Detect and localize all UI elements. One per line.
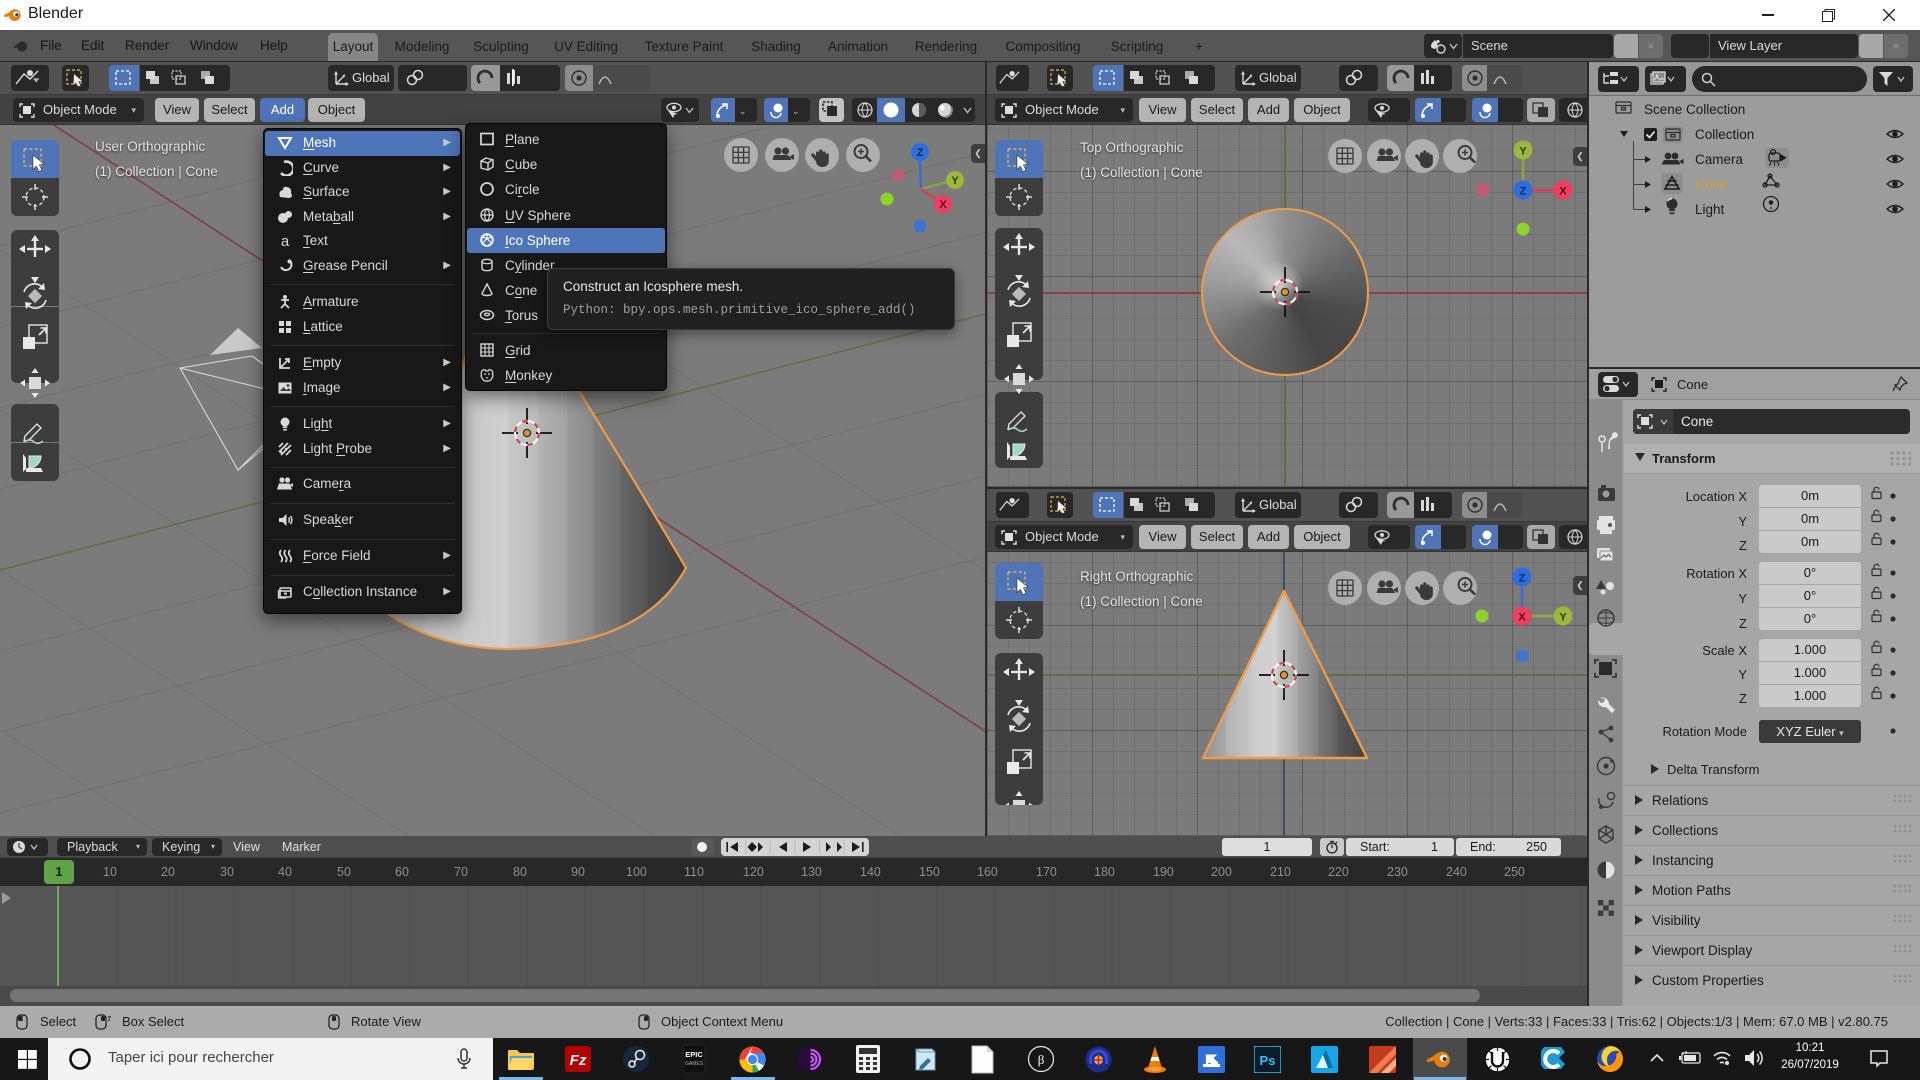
svg-text:β: β [1038, 1052, 1045, 1067]
svg-text:Y: Y [1519, 146, 1527, 158]
svg-text:Ps: Ps [1260, 1053, 1276, 1068]
svg-text:Y: Y [1559, 612, 1567, 624]
svg-text:Z: Z [1520, 186, 1527, 198]
svg-text:X: X [939, 199, 947, 211]
svg-text:X: X [1518, 612, 1526, 624]
svg-text:Scene Collection: Scene Collection [1644, 102, 1745, 117]
svg-text:EPIC: EPIC [685, 1050, 703, 1059]
svg-text:Camera: Camera [1695, 152, 1744, 167]
svg-text:Fz: Fz [570, 1052, 587, 1069]
svg-text:a: a [281, 233, 290, 249]
svg-text:Z: Z [917, 147, 924, 159]
svg-text:GAMES: GAMES [685, 1061, 704, 1067]
svg-text:Collection: Collection [1695, 127, 1754, 142]
svg-text:Cone: Cone [1695, 177, 1727, 192]
svg-text:Light: Light [1695, 202, 1725, 217]
svg-text:Z: Z [1519, 573, 1526, 585]
svg-text:X: X [1559, 186, 1567, 198]
svg-text:Y: Y [951, 175, 959, 187]
